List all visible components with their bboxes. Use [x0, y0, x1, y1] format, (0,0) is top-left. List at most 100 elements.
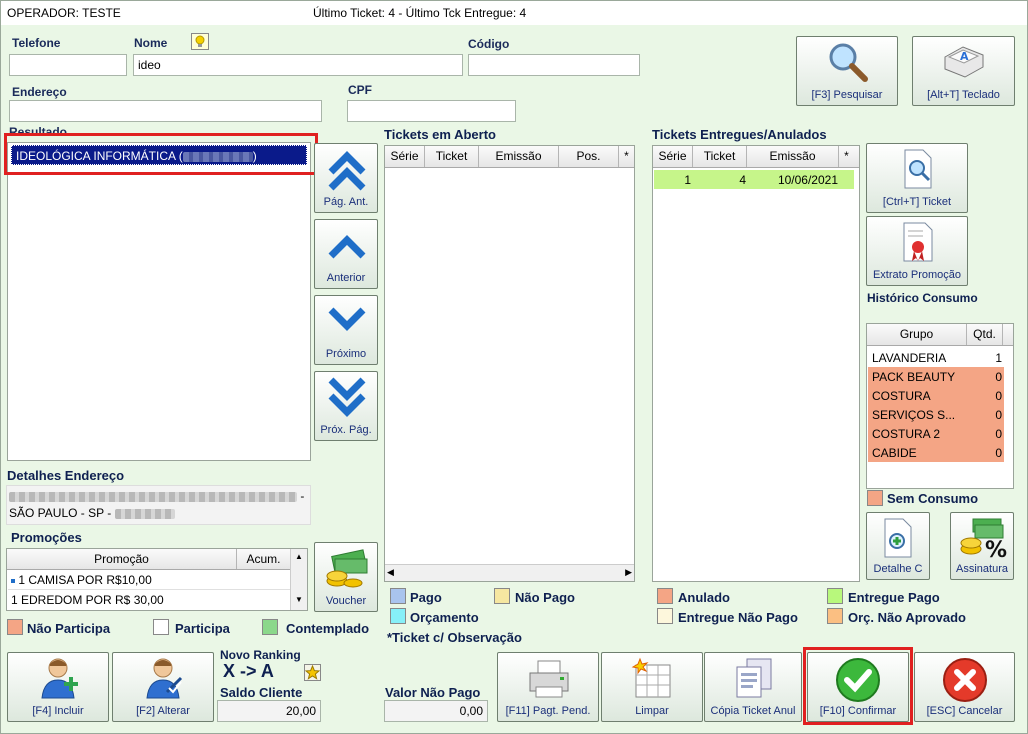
table-row[interactable]: PACK BEAUTY 0 — [868, 367, 1004, 386]
sem-consumo-swatch — [867, 490, 883, 506]
operator-label: OPERADOR: TESTE — [7, 6, 121, 20]
nome-field[interactable]: ideo — [133, 54, 463, 76]
cancelar-button[interactable]: [ESC] Cancelar — [914, 652, 1015, 722]
col-grupo[interactable]: Grupo — [867, 324, 967, 345]
col-ticket[interactable]: Ticket — [693, 146, 747, 167]
table-row[interactable]: 1 4 10/06/2021 — [654, 170, 854, 189]
detalhe-c-button[interactable]: Detalhe C — [866, 512, 930, 580]
col-promocao[interactable]: Promoção — [7, 549, 237, 569]
scroll-left-icon[interactable]: ◀ — [387, 567, 394, 578]
col-serie[interactable]: Série — [653, 146, 693, 167]
sem-consumo-label: Sem Consumo — [887, 491, 979, 506]
pesquisar-button[interactable]: [F3] Pesquisar — [796, 36, 898, 106]
double-chevron-up-icon — [327, 150, 367, 194]
limpar-button[interactable]: Limpar — [601, 652, 703, 722]
voucher-label: Voucher — [325, 595, 367, 607]
incluir-button[interactable]: [F4] Incluir — [7, 652, 109, 722]
document-add-icon — [881, 517, 915, 559]
resultado-list[interactable]: IDEOLÓGICA INFORMÁTICA () — [7, 142, 311, 461]
pag-ant-button[interactable]: Pág. Ant. — [314, 143, 378, 213]
chevron-up-icon — [327, 232, 367, 260]
money-icon — [325, 549, 369, 589]
voucher-button[interactable]: Voucher — [314, 542, 378, 612]
col-emissao[interactable]: Emissão — [747, 146, 839, 167]
detalhes-line1-suffix: - — [300, 489, 305, 503]
valor-nao-pago-label: Valor Não Pago — [385, 685, 481, 700]
horizontal-scrollbar[interactable]: ◀ ▶ — [385, 564, 634, 581]
prox-pag-button[interactable]: Próx. Pág. — [314, 371, 378, 441]
cell-qtd: 0 — [995, 370, 1002, 384]
ranking-value: X -> A — [223, 661, 274, 681]
telefone-field[interactable] — [9, 54, 127, 76]
pago-label: Pago — [410, 590, 442, 605]
anterior-button[interactable]: Anterior — [314, 219, 378, 289]
table-row[interactable]: COSTURA 0 — [868, 386, 1004, 405]
cell-qtd: 0 — [995, 446, 1002, 460]
orc-nao-aprovado-swatch — [827, 608, 843, 624]
clear-grid-icon — [630, 657, 676, 699]
detalhes-city: SÃO PAULO - SP - — [9, 506, 112, 520]
cell-ticket: 4 — [739, 173, 746, 187]
historico-header: Grupo Qtd. — [867, 324, 1013, 346]
cancelar-label: [ESC] Cancelar — [926, 705, 1003, 717]
codigo-field[interactable] — [468, 54, 640, 76]
alterar-button[interactable]: [F2] Alterar — [112, 652, 214, 722]
scroll-right-icon[interactable]: ▶ — [625, 567, 632, 578]
table-row[interactable]: COSTURA 2 0 — [868, 424, 1004, 443]
scroll-up-icon[interactable]: ▲ — [291, 552, 307, 561]
historico-table[interactable]: Grupo Qtd. LAVANDERIA 1 PACK BEAUTY 0 COSTUR… — [866, 323, 1014, 489]
promocoes-title: Promoções — [11, 530, 82, 545]
col-pos[interactable]: Pos. — [559, 146, 619, 167]
col-serie[interactable]: Série — [385, 146, 425, 167]
pago-swatch — [390, 588, 406, 604]
document-search-icon — [901, 148, 935, 190]
teclado-button[interactable]: A [Alt+T] Teclado — [912, 36, 1015, 106]
table-row[interactable]: SERVIÇOS S... 0 — [868, 405, 1004, 424]
col-qtd[interactable]: Qtd. — [967, 324, 1003, 345]
anulado-swatch — [657, 588, 673, 604]
table-row[interactable]: LAVANDERIA 1 — [868, 348, 1004, 367]
col-obs[interactable]: * — [839, 146, 854, 167]
alterar-label: [F2] Alterar — [136, 705, 190, 717]
col-emissao[interactable]: Emissão — [479, 146, 559, 167]
col-acum[interactable]: Acum. — [237, 549, 291, 569]
ticket-button[interactable]: [Ctrl+T] Ticket — [866, 143, 968, 213]
promocoes-header: Promoção Acum. — [7, 549, 307, 570]
tickets-aberto-table[interactable]: Série Ticket Emissão Pos. * ◀ ▶ — [384, 145, 635, 582]
assinatura-button[interactable]: % Assinatura — [950, 512, 1014, 580]
orcamento-label: Orçamento — [410, 610, 479, 625]
tickets-entregues-table[interactable]: Série Ticket Emissão * 1 4 10/06/2021 — [652, 145, 860, 582]
cpf-field[interactable] — [347, 100, 516, 122]
table-row[interactable]: 1 EDREDOM POR R$ 30,00 — [8, 591, 290, 610]
lightbulb-icon[interactable] — [191, 33, 209, 50]
detalhe-c-label: Detalhe C — [873, 563, 923, 575]
codigo-label: Código — [468, 37, 510, 51]
copia-ticket-button[interactable]: Cópia Ticket Anul — [704, 652, 802, 722]
endereco-field[interactable] — [9, 100, 322, 122]
table-row[interactable]: CABIDE 0 — [868, 443, 1004, 462]
redacted-text — [9, 491, 297, 502]
row-marker-icon — [11, 578, 15, 583]
star-icon[interactable] — [304, 664, 321, 681]
table-row[interactable]: 1 CAMISA POR R$10,00 — [8, 571, 290, 590]
window: OPERADOR: TESTE Último Ticket: 4 - Últim… — [0, 0, 1028, 734]
pagt-pend-button[interactable]: [F11] Pagt. Pend. — [497, 652, 599, 722]
col-ticket[interactable]: Ticket — [425, 146, 479, 167]
pag-ant-label: Pág. Ant. — [323, 196, 369, 208]
double-chevron-down-icon — [327, 374, 367, 418]
contemplado-label: Contemplado — [286, 621, 370, 636]
vertical-scrollbar[interactable]: ▲ ▼ — [290, 549, 307, 610]
proximo-button[interactable]: Próximo — [314, 295, 378, 365]
saldo-cliente-label: Saldo Cliente — [220, 685, 303, 700]
extrato-promocao-button[interactable]: Extrato Promoção — [866, 216, 968, 286]
anulado-label: Anulado — [678, 590, 730, 605]
pagt-pend-label: [F11] Pagt. Pend. — [505, 705, 591, 717]
promo-name: 1 EDREDOM POR R$ 30,00 — [11, 593, 164, 607]
chevron-down-icon — [327, 306, 367, 334]
nao-participa-swatch — [7, 619, 23, 635]
money-percent-icon: % — [959, 517, 1009, 559]
col-obs[interactable]: * — [619, 146, 634, 167]
promocoes-table[interactable]: Promoção Acum. 1 CAMISA POR R$10,00 1 ED… — [6, 548, 308, 611]
scroll-down-icon[interactable]: ▼ — [291, 595, 307, 604]
pesquisar-label: [F3] Pesquisar — [811, 89, 883, 101]
